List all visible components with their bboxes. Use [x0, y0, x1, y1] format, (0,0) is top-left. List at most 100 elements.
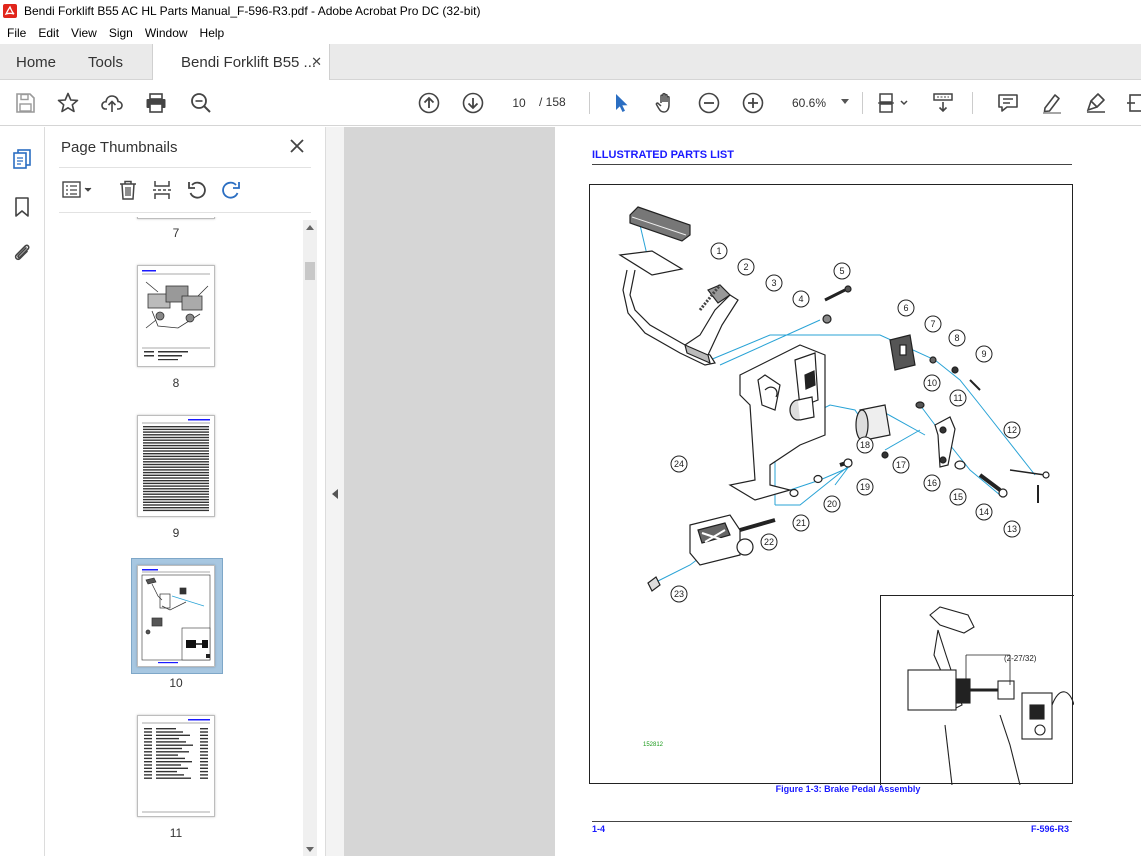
menu-window[interactable]: Window — [139, 26, 194, 40]
toolbar: / 158 60.6% — [0, 80, 1141, 126]
drawing-code: 152812 — [643, 742, 664, 748]
close-tab-icon[interactable]: ✕ — [311, 54, 322, 70]
next-page-icon[interactable] — [461, 91, 485, 115]
callout-11: 11 — [949, 389, 967, 407]
menu-file[interactable]: File — [0, 26, 32, 40]
tab-bar: Home Tools Bendi Forklift B55 ... ✕ — [0, 44, 1141, 80]
thumbnail-label: 11 — [169, 826, 183, 840]
toolbar-divider — [862, 92, 863, 114]
callout-9: 9 — [975, 345, 993, 363]
attachment-icon[interactable] — [10, 241, 34, 265]
star-icon[interactable] — [56, 91, 80, 115]
svg-text:14: 14 — [979, 507, 989, 517]
toolbar-divider — [589, 92, 590, 114]
thumbnails-scrollbar[interactable] — [303, 220, 317, 856]
zoom-in-icon[interactable] — [741, 91, 765, 115]
rotate-clockwise-icon[interactable] — [220, 179, 242, 201]
panel-title: Page Thumbnails — [61, 139, 178, 156]
svg-text:8: 8 — [954, 333, 959, 343]
title-bar: Bendi Forklift B55 AC HL Parts Manual_F-… — [0, 0, 1141, 22]
thumbnail-label: 7 — [172, 226, 180, 240]
draw-sign-icon[interactable] — [1084, 91, 1108, 115]
svg-text:21: 21 — [796, 518, 806, 528]
callout-12: 12 — [1003, 421, 1021, 439]
callout-21: 21 — [792, 514, 810, 532]
scroll-up-icon[interactable] — [306, 225, 314, 230]
svg-text:16: 16 — [927, 478, 937, 488]
document-view[interactable]: ILLUSTRATED PARTS LIST 1 2 3 4 5 6 7 8 9… — [344, 127, 1141, 856]
page-total: / 158 — [539, 95, 566, 109]
svg-text:10: 10 — [927, 378, 937, 388]
save-icon[interactable] — [13, 91, 37, 115]
extract-page-icon[interactable] — [151, 179, 173, 201]
thumbnail-preview — [142, 419, 210, 512]
callout-16: 16 — [923, 474, 941, 492]
upload-cloud-icon[interactable] — [100, 91, 124, 115]
callout-4: 4 — [792, 290, 810, 308]
page-fit-icon[interactable] — [876, 91, 910, 115]
svg-text:6: 6 — [903, 303, 908, 313]
bookmark-icon[interactable] — [10, 195, 34, 219]
thumbnail-page-8[interactable] — [137, 265, 215, 367]
menu-edit[interactable]: Edit — [32, 26, 65, 40]
page-thumbnails-icon[interactable] — [10, 147, 34, 171]
more-tools-icon[interactable] — [1125, 91, 1141, 115]
delete-page-icon[interactable] — [117, 179, 139, 201]
tab-home[interactable]: Home — [16, 44, 56, 80]
tab-document[interactable]: Bendi Forklift B55 ... ✕ — [152, 44, 330, 80]
svg-text:9: 9 — [981, 349, 986, 359]
svg-text:19: 19 — [860, 482, 870, 492]
thumbnail-preview — [142, 270, 210, 361]
callout-19: 19 — [856, 478, 874, 496]
svg-text:11: 11 — [953, 393, 962, 403]
svg-text:1: 1 — [716, 246, 721, 256]
thumbnail-page-10[interactable] — [137, 565, 215, 667]
svg-text:2: 2 — [743, 262, 748, 272]
comment-icon[interactable] — [996, 91, 1020, 115]
svg-text:22: 22 — [764, 537, 774, 547]
figure-caption: Figure 1-3: Brake Pedal Assembly — [775, 784, 921, 794]
rotate-counterclockwise-icon[interactable] — [186, 179, 208, 201]
callout-13: 13 — [1003, 520, 1021, 538]
zoom-search-icon[interactable] — [189, 91, 213, 115]
menu-view[interactable]: View — [65, 26, 103, 40]
scrollbar-thumb[interactable] — [305, 262, 315, 280]
page-number-footer: 1-4 — [592, 824, 606, 834]
callout-6: 6 — [897, 299, 915, 317]
select-cursor-icon[interactable] — [609, 91, 633, 115]
menu-bar: File Edit View Sign Window Help — [0, 22, 1141, 44]
thumbnail-page-7[interactable] — [137, 217, 215, 219]
hand-tool-icon[interactable] — [653, 91, 677, 115]
tab-tools[interactable]: Tools — [88, 44, 123, 80]
page-thumbnails-panel: Page Thumbnails 7 8 9 10 11 — [45, 127, 326, 856]
previous-page-icon[interactable] — [417, 91, 441, 115]
svg-text:23: 23 — [674, 589, 684, 599]
close-panel-icon[interactable] — [287, 136, 307, 156]
print-icon[interactable] — [144, 91, 168, 115]
menu-help[interactable]: Help — [194, 26, 231, 40]
acrobat-logo-icon — [3, 4, 17, 18]
document-code-footer: F-596-R3 — [1031, 824, 1070, 834]
toolbar-divider — [972, 92, 973, 114]
pedal-parts — [618, 206, 1050, 592]
panel-collapse-handle[interactable] — [326, 127, 344, 856]
svg-text:5: 5 — [839, 266, 844, 276]
callout-22: 22 — [760, 533, 778, 551]
highlight-pen-icon[interactable] — [1040, 91, 1064, 115]
thumbnail-options-icon[interactable] — [61, 179, 95, 201]
callout-15: 15 — [949, 488, 967, 506]
window-title: Bendi Forklift B55 AC HL Parts Manual_F-… — [24, 4, 481, 18]
scroll-mode-icon[interactable] — [931, 91, 955, 115]
thumbnail-preview — [141, 569, 211, 664]
svg-text:3: 3 — [771, 278, 776, 288]
thumbnail-page-9[interactable] — [137, 415, 215, 517]
thumbnail-page-11[interactable] — [137, 715, 215, 817]
zoom-dropdown[interactable]: 60.6% — [785, 90, 857, 116]
menu-sign[interactable]: Sign — [103, 26, 139, 40]
pdf-page: ILLUSTRATED PARTS LIST 1 2 3 4 5 6 7 8 9… — [555, 127, 1141, 856]
zoom-out-icon[interactable] — [697, 91, 721, 115]
page-number-input[interactable] — [504, 90, 534, 116]
chevron-left-icon — [332, 489, 338, 499]
scroll-down-icon[interactable] — [306, 847, 314, 852]
chevron-down-icon — [841, 99, 849, 104]
